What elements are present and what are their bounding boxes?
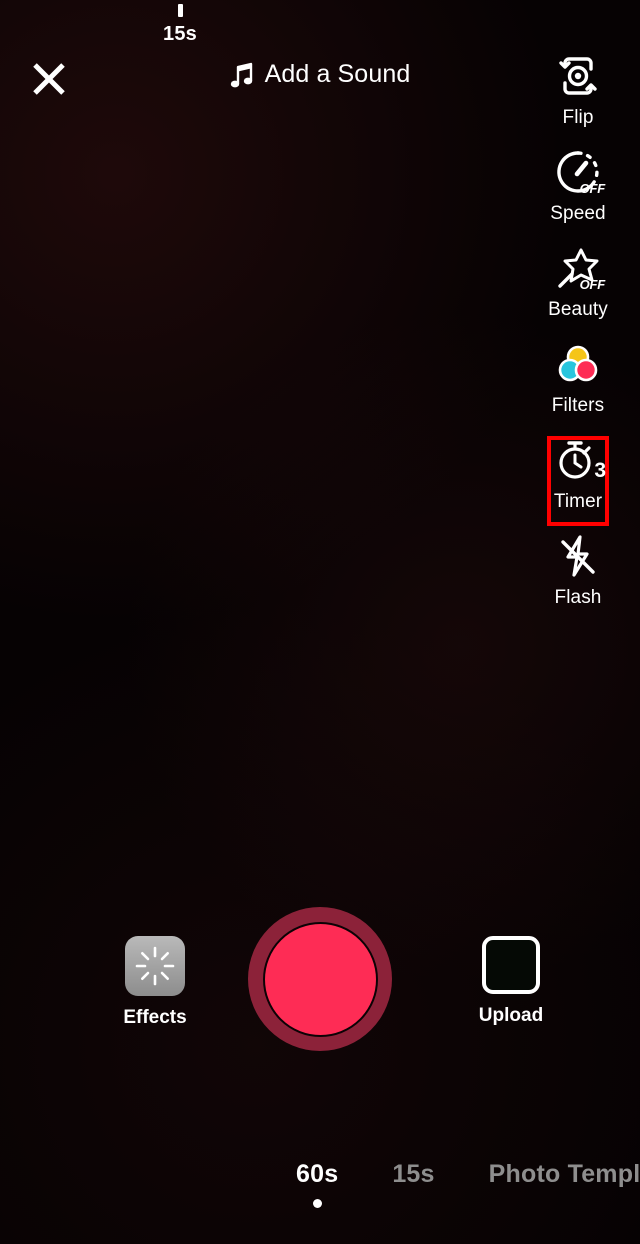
duration-tick-marker [177,4,183,17]
mode-tab-60s[interactable]: 60s [296,1160,338,1208]
tool-item-flash[interactable]: Flash [516,530,640,609]
add-sound-label: Add a Sound [264,60,411,88]
mode-label-photo-templates: Photo Templa [488,1160,640,1188]
tool-item-speed[interactable]: OFF Speed [516,146,640,225]
mode-active-dot [312,1199,322,1208]
upload-label: Upload [478,1005,544,1026]
tool-label-flash: Flash [554,587,602,608]
tool-label-beauty: Beauty [548,299,608,320]
record-button[interactable] [248,907,392,1051]
tool-item-flip[interactable]: Flip [516,50,640,129]
upload-square-icon [482,936,540,994]
bottom-controls: Effects Upload [0,907,640,1111]
timer-state-badge: 3 [594,459,606,482]
upload-button[interactable]: Upload [451,936,571,1027]
tool-label-speed: Speed [550,203,606,224]
camera-screen: 15s Add a Sound Flip OFF Speed OFF Beaut… [0,0,640,1244]
record-button-inner [262,921,378,1037]
magic-wand-icon: OFF [552,242,606,294]
tool-label-timer: Timer [553,491,603,512]
tool-item-filters[interactable]: Filters [516,338,640,417]
effects-button[interactable]: Effects [95,936,215,1029]
duration-hint: 15s [0,4,360,46]
speed-state-badge: OFF [579,181,606,196]
camera-flip-icon [552,50,604,102]
speedometer-icon: OFF [552,146,606,198]
mode-selector: 60s 15s Photo Templa [0,1160,640,1226]
tool-label-filters: Filters [551,395,605,416]
effects-label: Effects [123,1007,187,1028]
tool-item-timer[interactable]: 3 Timer [516,434,640,526]
tool-item-beauty[interactable]: OFF Beauty [516,242,640,321]
duration-hint-label: 15s [163,23,197,45]
mode-tab-15s[interactable]: 15s [392,1160,434,1208]
flash-off-icon [552,530,604,582]
stopwatch-icon: 3 [552,434,606,486]
mode-inactive-dot [567,1199,576,1208]
beauty-state-badge: OFF [579,277,606,292]
tool-label-flip: Flip [562,107,594,128]
mode-inactive-dot [409,1199,418,1208]
color-circles-icon [552,338,604,390]
music-note-icon [230,62,252,87]
spinner-icon [125,936,185,996]
mode-label-60s: 60s [296,1160,339,1188]
tool-rail: Flip OFF Speed OFF Beauty Filters 3 Time… [516,50,640,626]
mode-label-15s: 15s [392,1160,435,1188]
mode-tab-photo-templates[interactable]: Photo Templa [489,1160,640,1208]
